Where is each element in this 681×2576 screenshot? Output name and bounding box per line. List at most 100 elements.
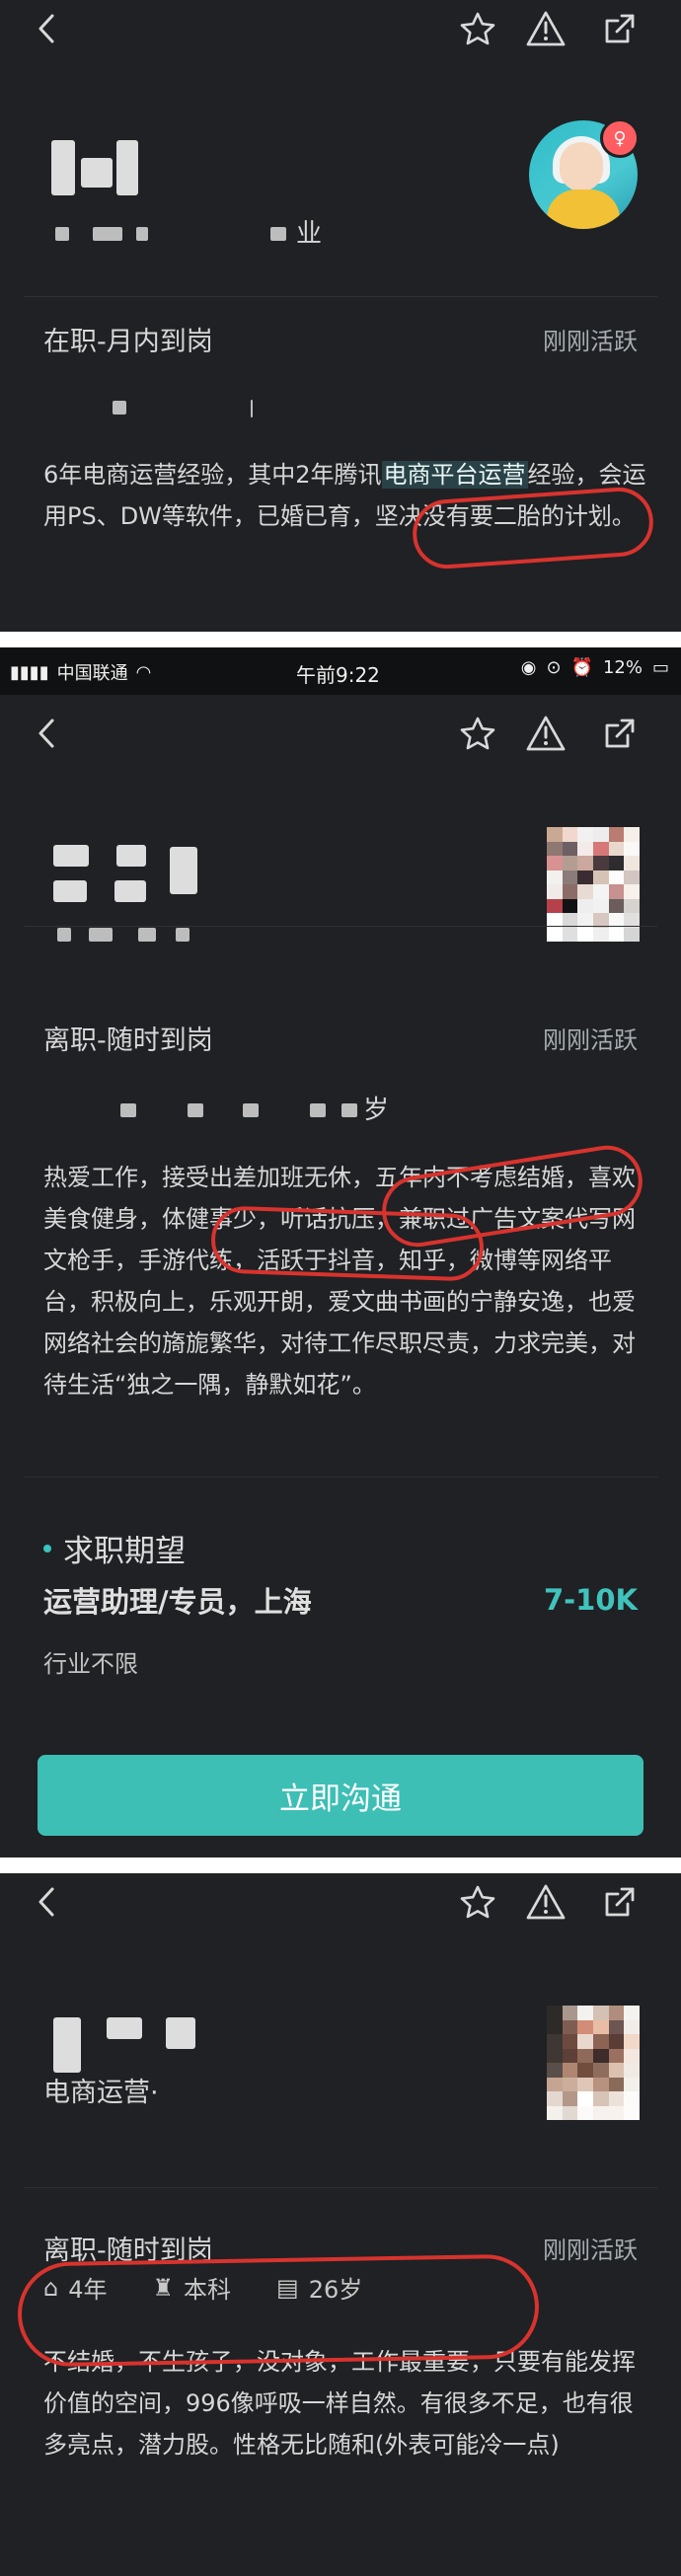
profile-description: 不结婚，不生孩子，没对象，工作最重要，只要有能发挥价值的空间，996像呼吸一样自… (43, 2348, 636, 2459)
age-item: ▤ 26岁 (276, 2270, 362, 2305)
blurred-name-block (51, 140, 75, 195)
blurred-info (251, 400, 253, 417)
star-icon[interactable] (456, 1883, 499, 1921)
divider (24, 2187, 657, 2188)
description-part: 坚决没有要二胎 (374, 502, 541, 530)
blurred-name-block (114, 880, 146, 902)
location-icon: ◉ (520, 657, 537, 678)
blurred-name-block (53, 880, 87, 902)
profile-description: 热爱工作，接受出差加班无休，五年内不考虑结婚，喜欢美食健身，体健事少，听话抗压，… (43, 1164, 636, 1399)
availability-title: 离职-随时到岗 (43, 1025, 213, 1056)
active-status: 刚刚活跃 (543, 2236, 638, 2264)
signal-icon: ▮▮▮▮ (10, 661, 49, 683)
job-expectation-title: 求职期望 (43, 1526, 186, 1570)
briefcase-icon: ⌂ (43, 2273, 59, 2302)
blurred-info (138, 928, 156, 942)
share-icon[interactable] (598, 1883, 642, 1921)
chevron-left-icon[interactable] (28, 715, 63, 752)
share-icon[interactable] (598, 715, 642, 752)
blurred-info (55, 227, 69, 241)
blurred-name-block (170, 847, 197, 894)
education-value: 本科 (184, 2276, 232, 2304)
top-navigation (0, 1873, 681, 1931)
female-icon: ♀ (600, 118, 640, 158)
experience-value: 4年 (68, 2276, 108, 2304)
warning-icon[interactable] (523, 715, 568, 752)
chevron-left-icon[interactable] (28, 10, 63, 47)
divider (24, 296, 657, 297)
description-part: 的计划。 (540, 502, 636, 530)
active-status: 刚刚活跃 (543, 1026, 638, 1054)
blurred-name-block (166, 2017, 195, 2049)
blurred-name-block (81, 158, 113, 188)
blurred-info (310, 1103, 326, 1117)
status-row: 离职-随时到岗 刚刚活跃 (43, 1019, 638, 1057)
blurred-info (136, 227, 148, 241)
blurred-info (120, 1103, 136, 1117)
blurred-name-block (116, 140, 138, 195)
avatar[interactable] (547, 827, 640, 942)
blurred-suffix: 业 (296, 219, 323, 249)
battery-percent: 12% (602, 657, 643, 678)
blurred-name-block (107, 2017, 142, 2039)
blurred-info (341, 1103, 357, 1117)
blurred-info (270, 227, 286, 241)
job-title: 运营助理/专员，上海 (43, 1585, 312, 1619)
availability-title: 在职-月内到岗 (43, 327, 213, 357)
statusbar-left: ▮▮▮▮ 中国联通 ◠ (10, 659, 151, 685)
graduation-icon: ♜ (152, 2273, 175, 2302)
statusbar: ▮▮▮▮ 中国联通 ◠ 午前9:22 ◉ ⊙ ⏰ 12% ▭ (0, 647, 681, 695)
education-item: ♜ 本科 (153, 2270, 232, 2305)
blurred-info (57, 928, 71, 942)
blurred-info (89, 928, 113, 942)
meta-row: ⌂ 4年 ♜ 本科 ▤ 26岁 (43, 2270, 362, 2305)
blurred-name-block (116, 845, 146, 867)
blurred-info (243, 1103, 259, 1117)
availability-title: 离职-随时到岗 (43, 2235, 213, 2266)
battery-icon: ▭ (651, 657, 669, 678)
job-expectation-row[interactable]: 运营助理/专员，上海 7-10K (43, 1579, 638, 1621)
blurred-info (93, 227, 122, 241)
blurred-info (188, 1103, 203, 1117)
profile-screenshot-2: ▮▮▮▮ 中国联通 ◠ 午前9:22 ◉ ⊙ ⏰ 12% ▭ 离职-随时到岗 刚… (0, 647, 681, 1857)
wifi-icon: ◠ (135, 661, 152, 683)
description-part: 6年电商运营经验，其中2年腾讯 (43, 461, 382, 489)
avatar[interactable]: ♀ (529, 118, 640, 229)
experience-item: ⌂ 4年 (43, 2270, 108, 2305)
lock-icon: ⊙ (546, 657, 562, 678)
top-navigation (0, 0, 681, 57)
chevron-left-icon[interactable] (28, 1883, 63, 1921)
top-navigation (0, 705, 681, 762)
job-expectation-label: 求职期望 (63, 1534, 186, 1569)
section-dot (43, 1544, 51, 1553)
current-role: 电商运营· (43, 2078, 159, 2108)
chat-now-button[interactable]: 立即沟通 (38, 1755, 643, 1836)
industry-label: 行业不限 (43, 1650, 138, 1678)
profile-description: 6年电商运营经验，其中2年腾讯电商平台运营经验，会运用PS、DW等软件，已婚已育… (43, 454, 647, 537)
active-status: 刚刚活跃 (543, 328, 638, 355)
profile-screenshot-3: 电商运营· 离职-随时到岗 刚刚活跃 ⌂ 4年 ♜ 本科 ▤ 26岁 不结婚，不… (0, 1873, 681, 2576)
blurred-info (113, 401, 126, 415)
warning-icon[interactable] (523, 1883, 568, 1921)
status-row: 在职-月内到岗 刚刚活跃 (43, 320, 638, 358)
star-icon[interactable] (456, 10, 499, 47)
warning-icon[interactable] (523, 10, 568, 47)
avatar[interactable] (547, 2006, 640, 2120)
star-icon[interactable] (456, 715, 499, 752)
blurred-name-block (53, 2017, 81, 2073)
blurred-info (176, 928, 189, 942)
profile-screenshot-1: 业 ♀ 在职-月内到岗 刚刚活跃 6年电商运营经验，其中2年腾讯电商平台运营经验… (0, 0, 681, 632)
age-value: 26岁 (308, 2276, 363, 2304)
carrier-name: 中国联通 (56, 663, 128, 684)
blurred-suffix: 岁 (363, 1096, 390, 1125)
share-icon[interactable] (598, 10, 642, 47)
highlight-text: 电商平台运营 (381, 461, 528, 489)
blurred-name-block (53, 845, 89, 867)
statusbar-time: 午前9:22 (296, 663, 380, 687)
divider (24, 926, 657, 927)
salary-range: 7-10K (543, 1583, 638, 1617)
calendar-icon: ▤ (276, 2273, 299, 2302)
alarm-icon: ⏰ (570, 657, 593, 678)
status-row: 离职-随时到岗 刚刚活跃 (43, 2229, 638, 2267)
statusbar-right: ◉ ⊙ ⏰ 12% ▭ (521, 657, 669, 678)
